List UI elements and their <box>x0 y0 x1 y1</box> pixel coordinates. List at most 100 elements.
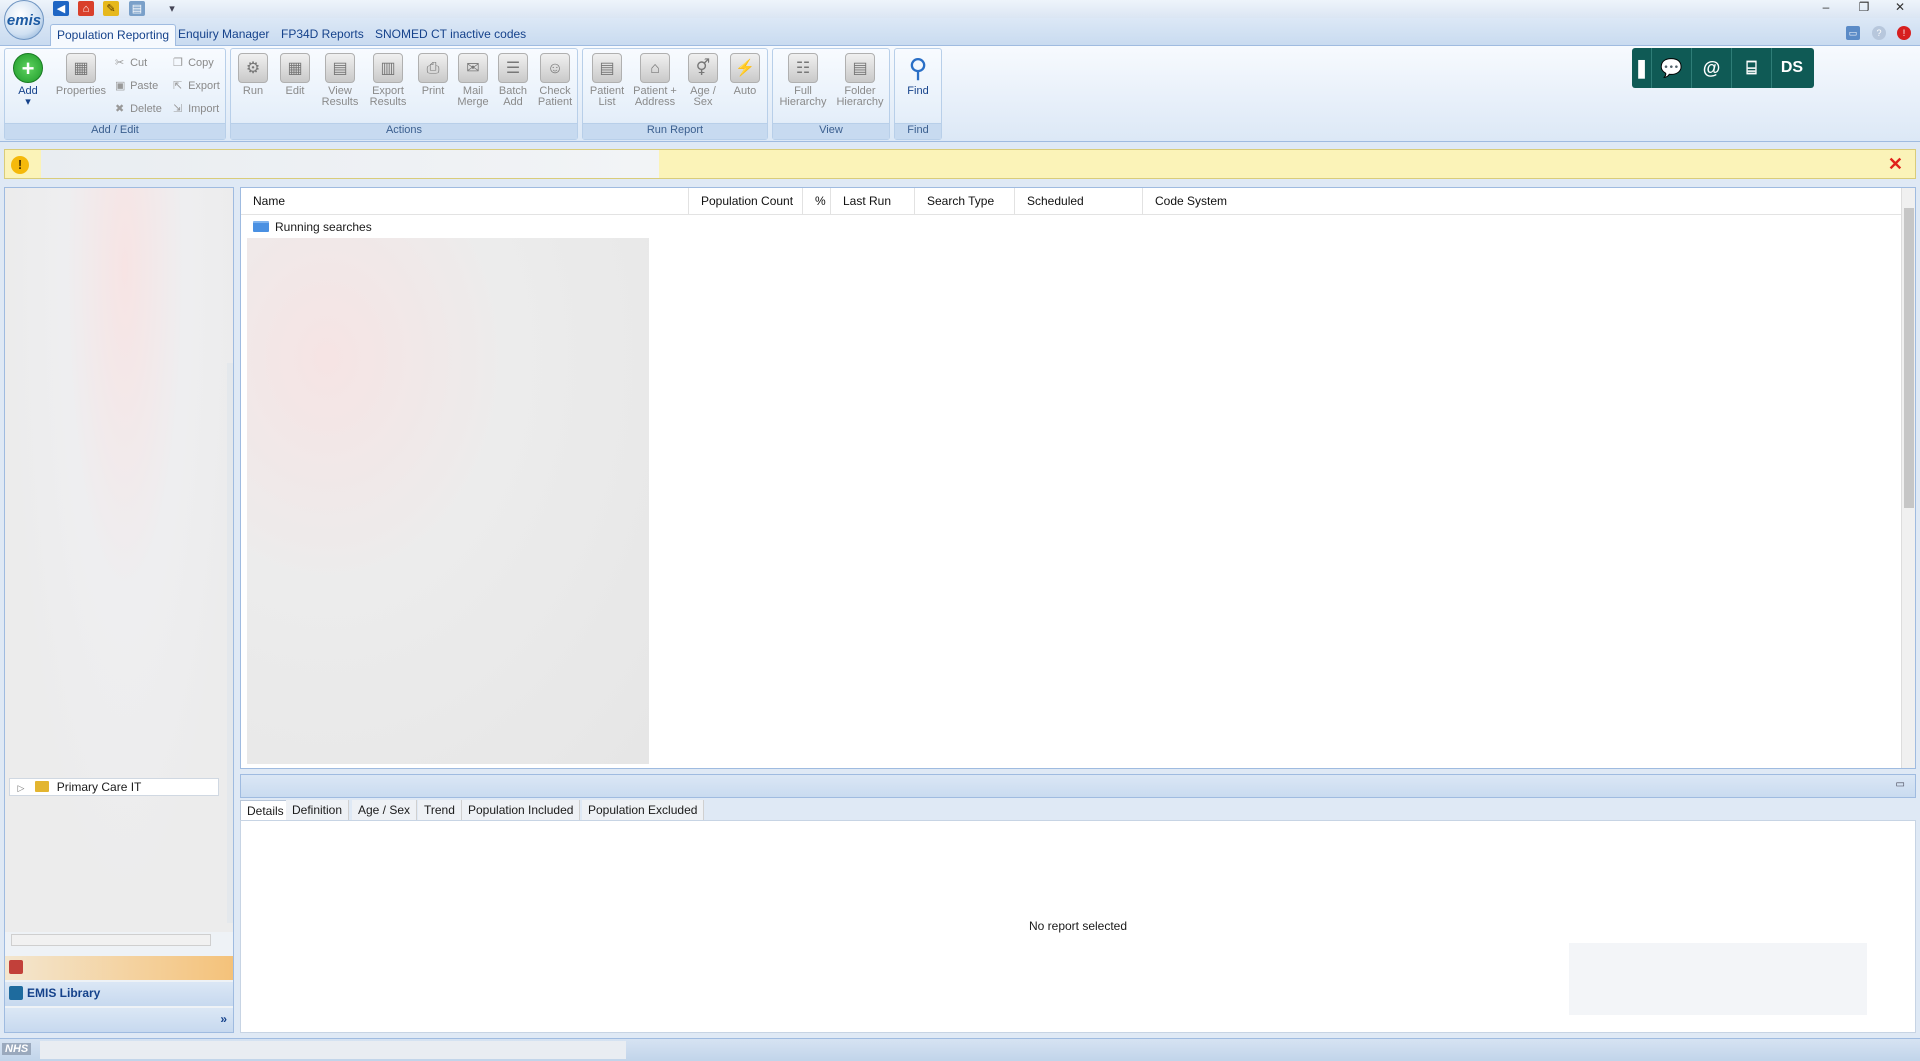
patient-address-button[interactable]: ⌂ Patient + Address <box>629 53 681 108</box>
export-label: Export <box>188 80 220 92</box>
tree-item-primary-care-it[interactable]: ▷ Primary Care IT <box>9 778 219 796</box>
copy-label: Copy <box>188 57 214 69</box>
restore-button[interactable]: ❐ <box>1850 0 1878 16</box>
help-icon[interactable]: ? <box>1872 26 1886 40</box>
nhs-logo: NHS <box>2 1043 32 1055</box>
full-hierarchy-label: Full Hierarchy <box>779 85 827 108</box>
export-results-label: Export Results <box>369 85 407 108</box>
tab-fp34d-reports[interactable]: FP34D Reports <box>275 24 370 46</box>
column-header-population-count[interactable]: Population Count <box>689 188 803 214</box>
list-item[interactable]: Running searches <box>253 218 372 236</box>
check-patient-button[interactable]: ☺ Check Patient <box>533 53 577 108</box>
full-hierarchy-button[interactable]: ☷ Full Hierarchy <box>775 53 831 108</box>
edit-button[interactable]: ▦ Edit <box>275 53 315 97</box>
tree-vertical-scrollbar[interactable] <box>227 363 233 923</box>
tab-age-sex[interactable]: Age / Sex <box>352 800 418 820</box>
column-header-name[interactable]: Name <box>241 188 689 214</box>
column-header-scheduled[interactable]: Scheduled <box>1015 188 1143 214</box>
tab-population-included[interactable]: Population Included <box>462 800 581 820</box>
tab-trend[interactable]: Trend <box>418 800 462 820</box>
document-icon[interactable]: ▤ <box>129 1 145 16</box>
tab-enquiry-manager[interactable]: Enquiry Manager <box>172 24 275 46</box>
export-icon: ⇱ <box>173 80 183 92</box>
pointer-icon[interactable]: ❚ <box>1632 48 1652 88</box>
age-sex-button[interactable]: ⚥ Age / Sex <box>681 53 725 108</box>
screen-icon[interactable]: ▭ <box>1846 26 1860 40</box>
column-header-search-type[interactable]: Search Type <box>915 188 1015 214</box>
alert-icon[interactable]: ! <box>1897 26 1911 40</box>
scrollbar-thumb[interactable] <box>1904 208 1914 508</box>
folder-hierarchy-button[interactable]: ▤ Folder Hierarchy <box>831 53 889 108</box>
group-find: ⚲ Find Find <box>894 48 942 140</box>
import-icon: ⇲ <box>173 103 183 115</box>
add-button[interactable]: + Add ▾ <box>7 53 49 108</box>
patient-list-button[interactable]: ▤ Patient List <box>585 53 629 108</box>
export-results-icon: ▥ <box>373 53 403 83</box>
collapse-icon[interactable]: ▭ <box>1896 779 1905 790</box>
redacted-status-text <box>40 1041 626 1059</box>
expand-arrow-icon[interactable]: ▷ <box>10 780 32 796</box>
edit-grid-icon: ▦ <box>280 53 310 83</box>
tab-population-reporting[interactable]: Population Reporting <box>50 24 177 46</box>
tab-definition[interactable]: Definition <box>286 800 350 820</box>
properties-label: Properties <box>55 85 107 97</box>
tab-population-excluded[interactable]: Population Excluded <box>582 800 705 820</box>
emis-logo[interactable]: emis <box>4 0 44 40</box>
home-icon[interactable]: ⌂ <box>78 1 94 16</box>
search-list-pane: Name Population Count % Last Run Search … <box>240 187 1916 769</box>
quick-access-dropdown-icon[interactable]: ▾ <box>164 1 180 16</box>
add-dropdown-icon: ▾ <box>25 96 31 108</box>
nav-report-icon <box>9 960 23 974</box>
column-header-last-run[interactable]: Last Run <box>831 188 915 214</box>
tab-snomed-inactive-codes[interactable]: SNOMED CT inactive codes <box>369 24 532 46</box>
nav-overflow-bar[interactable]: » <box>5 1008 233 1032</box>
properties-button[interactable]: ▦ Properties <box>53 53 109 97</box>
chat-icon[interactable]: 💬 <box>1652 48 1692 88</box>
export-button[interactable]: ⇱ Export <box>173 78 220 94</box>
cut-button[interactable]: ✂ Cut <box>115 55 147 71</box>
patient-address-icon: ⌂ <box>640 53 670 83</box>
delete-button[interactable]: ✖ Delete <box>115 101 162 117</box>
status-bar: NHS <box>0 1038 1920 1061</box>
list-vertical-scrollbar[interactable] <box>1901 188 1915 768</box>
mail-merge-button[interactable]: ✉ Mail Merge <box>453 53 493 108</box>
find-button[interactable]: ⚲ Find <box>896 53 940 97</box>
clipboard-icon: ▣ <box>115 80 126 92</box>
export-results-button[interactable]: ▥ Export Results <box>365 53 411 108</box>
back-icon[interactable]: ◀ <box>53 1 69 16</box>
at-sign-icon[interactable]: @ <box>1692 48 1732 88</box>
tab-details[interactable]: Details <box>240 800 291 820</box>
inbox-icon[interactable]: ⌸ <box>1732 48 1772 88</box>
view-results-button[interactable]: ▤ View Results <box>317 53 363 108</box>
print-button[interactable]: ⎙ Print <box>413 53 453 97</box>
tree-horizontal-scrollbar[interactable] <box>11 934 211 946</box>
group-title-run-report: Run Report <box>583 123 767 139</box>
import-button[interactable]: ⇲ Import <box>173 101 219 117</box>
banner-close-icon[interactable]: ✕ <box>1888 154 1903 175</box>
paste-button[interactable]: ▣ Paste <box>115 78 158 94</box>
folder-icon <box>253 221 269 232</box>
left-navigation: ▷ Primary Care IT EMIS Library » <box>4 187 234 1033</box>
copy-button[interactable]: ❐ Copy <box>173 55 214 71</box>
run-button[interactable]: ⚙ Run <box>233 53 273 97</box>
nav-bar-selected[interactable] <box>5 956 233 980</box>
user-initials-button[interactable]: DS <box>1772 48 1812 88</box>
close-button[interactable]: ✕ <box>1886 0 1914 16</box>
batch-add-button[interactable]: ☰ Batch Add <box>493 53 533 108</box>
chevron-right-icon[interactable]: » <box>220 1008 227 1030</box>
paste-label: Paste <box>130 80 159 92</box>
column-header-code-system[interactable]: Code System <box>1143 188 1263 214</box>
header-divider <box>241 214 1901 215</box>
details-body: No report selected <box>240 820 1916 1033</box>
minimize-button[interactable]: – <box>1812 0 1840 16</box>
auto-button[interactable]: ⚡ Auto <box>723 53 767 97</box>
age-sex-label: Age / Sex <box>690 85 716 108</box>
nav-bar-emis-library[interactable]: EMIS Library <box>5 982 233 1006</box>
column-header-percent[interactable]: % <box>803 188 831 214</box>
folder-icon <box>35 781 50 792</box>
group-title-add-edit: Add / Edit <box>5 123 225 139</box>
edit-label: Edit <box>285 85 305 97</box>
import-label: Import <box>188 103 220 115</box>
redacted-tree <box>5 188 233 932</box>
pencil-icon[interactable]: ✎ <box>103 1 119 16</box>
